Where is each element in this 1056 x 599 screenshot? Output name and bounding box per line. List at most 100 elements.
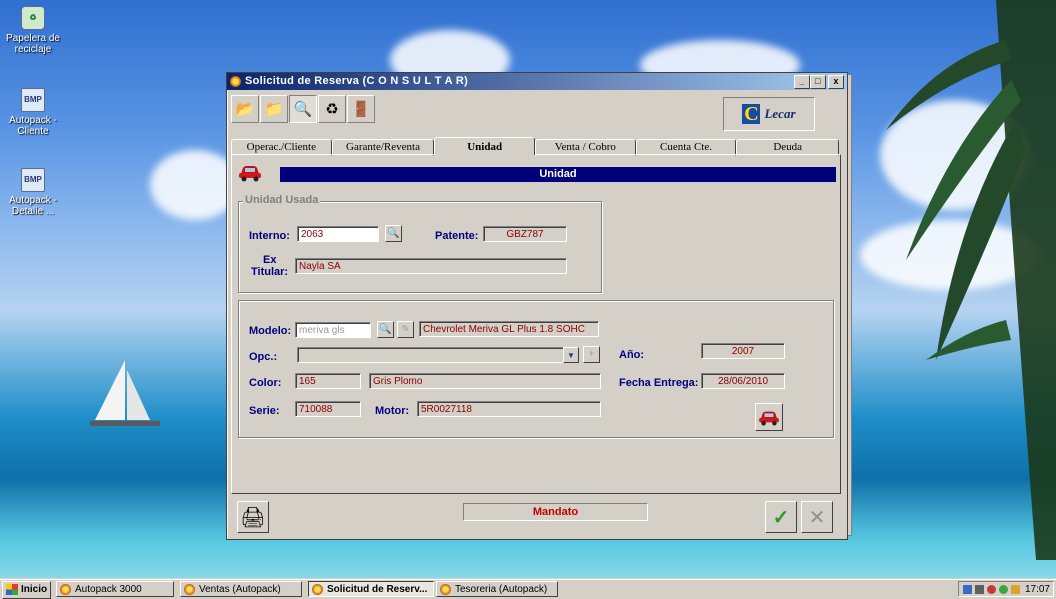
sailboat-image bbox=[90, 360, 160, 426]
fecha-entrega-label: Fecha Entrega: bbox=[619, 377, 699, 389]
taskbar-item-solicitud[interactable]: Solicitud de Reserv... bbox=[308, 581, 434, 597]
tray-app-icon[interactable] bbox=[1011, 585, 1020, 594]
color-desc-field[interactable]: Gris Plomo bbox=[369, 373, 601, 389]
minimize-button[interactable]: _ bbox=[794, 75, 810, 89]
window-controls: _ □ x bbox=[794, 75, 844, 89]
start-label: Inicio bbox=[21, 584, 48, 595]
volume-icon[interactable] bbox=[975, 585, 984, 594]
window-bottom-bar: 🖨 Mandato ✓ ✕ bbox=[231, 497, 843, 535]
system-tray: 17:07 bbox=[958, 581, 1054, 597]
anio-field[interactable]: 2007 bbox=[701, 343, 785, 359]
cancel-button[interactable]: ✕ bbox=[801, 501, 833, 533]
desktop-icon-label: Autopack - Cliente bbox=[9, 115, 57, 137]
bmp-file-icon: BMP bbox=[21, 88, 45, 112]
interno-field[interactable]: 2063 bbox=[297, 226, 379, 242]
close-button[interactable]: x bbox=[828, 75, 844, 89]
window-title: Solicitud de Reserva (C O N S U L T A R) bbox=[245, 75, 469, 87]
modelo-search-button[interactable]: 🔍 bbox=[377, 321, 394, 338]
logo-mark: C bbox=[742, 103, 761, 125]
window-titlebar[interactable]: Solicitud de Reserva (C O N S U L T A R)… bbox=[227, 73, 847, 90]
modelo-label: Modelo: bbox=[249, 325, 292, 337]
open-icon: 📁 bbox=[264, 101, 284, 118]
close-icon: ✕ bbox=[808, 506, 826, 529]
taskbar-item-autopack[interactable]: Autopack 3000 bbox=[56, 581, 174, 597]
exit-icon: 🚪 bbox=[351, 101, 371, 118]
modelo-edit-button[interactable]: ✎ bbox=[397, 321, 414, 338]
patente-field[interactable]: GBZ787 bbox=[483, 226, 567, 242]
checkmark-icon: ✓ bbox=[772, 506, 790, 529]
search-icon: 🔍 bbox=[293, 101, 313, 118]
windows-logo-icon bbox=[6, 584, 18, 595]
print-button[interactable]: 🖨 bbox=[237, 501, 269, 533]
unidad-header: Unidad bbox=[280, 167, 836, 182]
clock[interactable]: 17:07 bbox=[1025, 584, 1050, 595]
search-icon: 🔍 bbox=[387, 228, 400, 239]
taskbar-item-label: Tesoreria (Autopack) bbox=[455, 584, 548, 595]
taskbar: Inicio Autopack 3000 Ventas (Autopack) S… bbox=[0, 579, 1056, 599]
opc-dropdown-button[interactable]: ▼ bbox=[563, 347, 579, 363]
recycle-icon: ♻ bbox=[325, 101, 339, 118]
search-button[interactable]: 🔍 bbox=[289, 95, 317, 123]
palm-tree-image bbox=[886, 0, 1056, 560]
bmp-file-icon: BMP bbox=[21, 168, 45, 192]
antivirus-icon[interactable] bbox=[987, 585, 996, 594]
motor-label: Motor: bbox=[375, 405, 410, 417]
car-details-button[interactable] bbox=[755, 403, 783, 431]
ex-titular-field[interactable]: Nayla SA bbox=[295, 258, 567, 274]
app-icon bbox=[184, 584, 195, 595]
anio-label: Año: bbox=[619, 349, 645, 361]
app-icon bbox=[230, 76, 241, 87]
plus-icon: + bbox=[588, 349, 595, 360]
maximize-button[interactable]: □ bbox=[810, 75, 826, 89]
start-button[interactable]: Inicio bbox=[2, 581, 52, 599]
ex-titular-label-line2: Titular: bbox=[251, 266, 289, 278]
network-icon[interactable] bbox=[963, 585, 972, 594]
desktop-icon-label: Autopack - Detalle ... bbox=[9, 195, 57, 217]
desktop-icon-label: Papelera de reciclaje bbox=[6, 33, 60, 55]
unidad-panel: Unidad Unidad Usada Interno: 2063 🔍 Pate… bbox=[231, 154, 841, 494]
car-icon bbox=[239, 166, 261, 182]
search-icon: 🔍 bbox=[379, 324, 392, 335]
logo-text: Lecar bbox=[764, 106, 796, 121]
open-button[interactable]: 📁 bbox=[260, 95, 288, 123]
ex-titular-label-line1: Ex bbox=[263, 254, 277, 266]
modelo-code-field[interactable]: meriva gls bbox=[295, 322, 371, 338]
new-button[interactable]: 📂 bbox=[231, 95, 259, 123]
desktop-icon-autopack-cliente[interactable]: BMP Autopack - Cliente bbox=[4, 88, 62, 137]
app-icon bbox=[60, 584, 71, 595]
recycle-button[interactable]: ♻ bbox=[318, 95, 346, 123]
serie-field[interactable]: 710088 bbox=[295, 401, 361, 417]
app-icon bbox=[312, 584, 323, 595]
motor-field[interactable]: 5R0027118 bbox=[417, 401, 601, 417]
modelo-desc-field[interactable]: Chevrolet Meriva GL Plus 1.8 SOHC bbox=[419, 321, 599, 337]
desktop-icon-recycle-bin[interactable]: ♻ Papelera de reciclaje bbox=[4, 6, 62, 55]
recycle-bin-icon: ♻ bbox=[21, 6, 45, 30]
unidad-detalle-group: Modelo: meriva gls 🔍 ✎ Chevrolet Meriva … bbox=[238, 300, 834, 438]
toolbar: 📂 📁 🔍 ♻ 🚪 bbox=[231, 95, 375, 123]
app-icon bbox=[440, 584, 451, 595]
taskbar-item-tesoreria[interactable]: Tesoreria (Autopack) bbox=[436, 581, 558, 597]
lecar-logo: C Lecar bbox=[723, 97, 815, 131]
confirm-button[interactable]: ✓ bbox=[765, 501, 797, 533]
color-label: Color: bbox=[249, 377, 282, 389]
interno-search-button[interactable]: 🔍 bbox=[385, 225, 402, 242]
status-mandato: Mandato bbox=[463, 503, 648, 521]
car-icon bbox=[759, 411, 779, 426]
desktop-icon-autopack-detalle[interactable]: BMP Autopack - Detalle ... bbox=[4, 168, 62, 217]
exit-button[interactable]: 🚪 bbox=[347, 95, 375, 123]
fecha-entrega-field[interactable]: 28/06/2010 bbox=[701, 373, 785, 389]
taskbar-item-ventas[interactable]: Ventas (Autopack) bbox=[180, 581, 302, 597]
update-icon[interactable] bbox=[999, 585, 1008, 594]
chevron-down-icon: ▼ bbox=[567, 351, 575, 360]
taskbar-item-label: Autopack 3000 bbox=[75, 584, 142, 595]
opc-select[interactable] bbox=[297, 347, 579, 363]
tab-unidad[interactable]: Unidad bbox=[434, 137, 535, 155]
opc-add-button[interactable]: + bbox=[583, 346, 600, 363]
new-icon: 📂 bbox=[235, 101, 255, 118]
unidad-usada-title: Unidad Usada bbox=[243, 194, 321, 206]
opc-label: Opc.: bbox=[249, 351, 278, 363]
edit-icon: ✎ bbox=[401, 324, 410, 335]
color-code-field[interactable]: 165 bbox=[295, 373, 361, 389]
serie-label: Serie: bbox=[249, 405, 280, 417]
taskbar-item-label: Ventas (Autopack) bbox=[199, 584, 281, 595]
